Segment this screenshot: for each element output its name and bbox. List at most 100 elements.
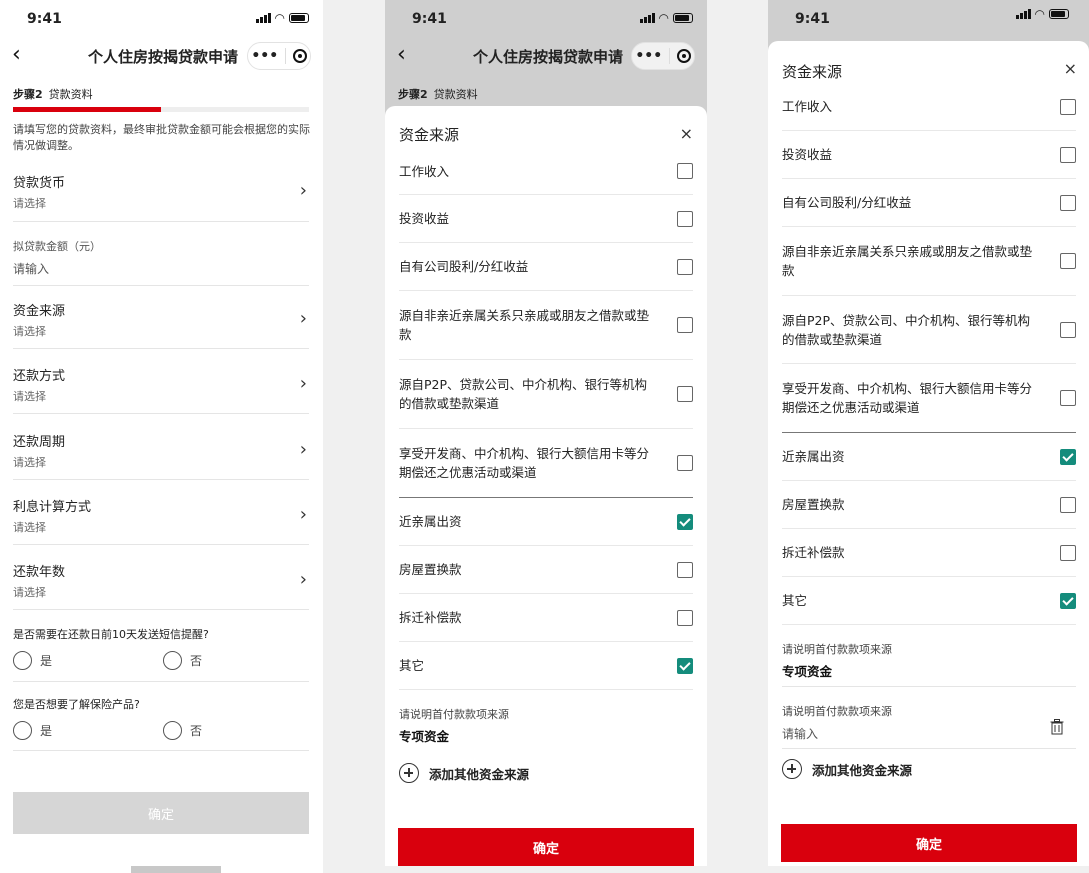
checkbox-checked-icon[interactable] (677, 657, 693, 674)
checkbox-icon[interactable] (677, 561, 693, 578)
mini-program-capsule: ••• (631, 42, 695, 70)
field-repay-period[interactable]: 还款周期 请选择 › (13, 431, 309, 480)
field-interest-method[interactable]: 利息计算方式 请选择 › (13, 496, 309, 545)
option-work-income[interactable]: 工作收入 (399, 148, 693, 195)
field-repay-method[interactable]: 还款方式 请选择 › (13, 365, 309, 414)
nav-bar: ‹ 个人住房按揭贷款申请 ••• (0, 36, 323, 76)
option-other[interactable]: 其它 (399, 642, 693, 690)
checkbox-icon[interactable] (1060, 253, 1076, 269)
insurance-question: 您是否想要了解保险产品? (13, 698, 140, 711)
explain-field-extra[interactable]: 请说明首付款款项来源 请输入 (782, 703, 1076, 749)
sms-yes-radio[interactable]: 是 (13, 651, 52, 670)
option-investment[interactable]: 投资收益 (782, 131, 1076, 179)
confirm-button[interactable]: 确定 (781, 824, 1077, 862)
option-investment[interactable]: 投资收益 (399, 195, 693, 243)
signal-icon (639, 13, 655, 23)
checkbox-icon[interactable] (1060, 194, 1076, 211)
back-icon[interactable]: ‹ (12, 42, 21, 67)
option-dividend[interactable]: 自有公司股利/分红收益 (399, 243, 693, 291)
option-house-swap[interactable]: 房屋置换款 (399, 546, 693, 594)
checkbox-icon[interactable] (1060, 390, 1076, 406)
checkbox-icon[interactable] (1060, 321, 1076, 338)
add-fund-source-button[interactable]: 添加其他资金来源 (399, 763, 529, 783)
option-installment[interactable]: 享受开发商、中介机构、银行大额信用卡等分期偿还之优惠活动或渠道 (782, 364, 1076, 433)
option-label: 自有公司股利/分红收益 (782, 195, 912, 210)
option-friend-loan[interactable]: 源自非亲近亲属关系只亲戚或朋友之借款或垫款 (782, 227, 1076, 296)
option-label: 房屋置换款 (399, 562, 462, 577)
checkbox-icon[interactable] (677, 455, 693, 471)
option-installment[interactable]: 享受开发商、中介机构、银行大额信用卡等分期偿还之优惠活动或渠道 (399, 429, 693, 498)
close-icon[interactable]: × (680, 124, 693, 143)
submit-button[interactable]: 确定 (13, 792, 309, 834)
explain-field[interactable]: 请说明首付款款项来源 专项资金 (399, 706, 693, 745)
checkbox-icon[interactable] (1060, 496, 1076, 513)
checkbox-icon[interactable] (1060, 98, 1076, 115)
field-repay-years[interactable]: 还款年数 请选择 › (13, 561, 309, 610)
more-icon[interactable]: ••• (635, 48, 662, 64)
option-house-swap[interactable]: 房屋置换款 (782, 481, 1076, 529)
step-indicator: 步骤2 贷款资料 (13, 86, 93, 102)
checkbox-icon[interactable] (677, 317, 693, 333)
plus-circle-icon (782, 759, 802, 779)
add-label: 添加其他资金来源 (812, 762, 913, 778)
option-relative[interactable]: 近亲属出资 (399, 498, 693, 546)
option-label: 其它 (782, 593, 808, 608)
more-icon[interactable]: ••• (251, 48, 278, 64)
checkbox-icon[interactable] (677, 210, 693, 227)
checkbox-icon[interactable] (1060, 544, 1076, 561)
option-other[interactable]: 其它 (782, 577, 1076, 625)
checkbox-icon[interactable] (677, 609, 693, 626)
progress-bar (13, 107, 309, 112)
explain-field[interactable]: 请说明首付款款项来源 专项资金 (782, 641, 1076, 687)
close-mini-program-icon[interactable] (292, 49, 307, 63)
option-relative[interactable]: 近亲属出资 (782, 433, 1076, 481)
explain-input[interactable]: 请输入 (782, 725, 1076, 742)
page-title: 个人住房按揭贷款申请 (88, 48, 239, 66)
option-p2p-loan[interactable]: 源自P2P、贷款公司、中介机构、银行等机构的借款或垫款渠道 (399, 360, 693, 429)
checkbox-icon[interactable] (677, 258, 693, 275)
progress-fill (13, 107, 161, 112)
option-label: 享受开发商、中介机构、银行大额信用卡等分期偿还之优惠活动或渠道 (782, 381, 1033, 415)
sms-no-radio[interactable]: 否 (163, 651, 202, 670)
checkbox-checked-icon[interactable] (677, 513, 693, 530)
checkbox-icon[interactable] (677, 386, 693, 402)
chevron-right-icon: › (299, 569, 307, 590)
confirm-button[interactable]: 确定 (398, 828, 694, 866)
radio-label: 否 (190, 654, 203, 668)
insurance-yes-radio[interactable]: 是 (13, 721, 52, 740)
add-fund-source-button[interactable]: 添加其他资金来源 (782, 759, 912, 779)
radio-label: 否 (190, 724, 203, 738)
explain-value[interactable]: 专项资金 (399, 726, 693, 745)
wifi-icon: ◠ (1034, 7, 1045, 21)
home-indicator (131, 866, 221, 873)
option-demolition[interactable]: 拆迁补偿款 (399, 594, 693, 642)
mini-program-capsule: ••• (247, 42, 311, 70)
option-p2p-loan[interactable]: 源自P2P、贷款公司、中介机构、银行等机构的借款或垫款渠道 (782, 296, 1076, 364)
option-demolition[interactable]: 拆迁补偿款 (782, 529, 1076, 577)
option-friend-loan[interactable]: 源自非亲近亲属关系只亲戚或朋友之借款或垫款 (399, 291, 693, 360)
checkbox-icon[interactable] (1060, 146, 1076, 163)
field-value: 请选择 (13, 521, 46, 534)
close-icon[interactable]: × (1064, 59, 1077, 78)
back-icon[interactable]: ‹ (397, 42, 406, 67)
field-input[interactable]: 请输入 (13, 260, 309, 277)
trash-icon[interactable] (1050, 719, 1064, 735)
checkbox-checked-icon[interactable] (1060, 448, 1076, 465)
status-time: 9:41 (795, 11, 830, 27)
field-loan-currency[interactable]: 贷款货币 请选择 › (13, 172, 309, 222)
field-value: 请选择 (13, 456, 46, 469)
option-label: 投资收益 (782, 147, 833, 162)
explain-value[interactable]: 专项资金 (782, 661, 1076, 680)
option-work-income[interactable]: 工作收入 (782, 83, 1076, 131)
chevron-right-icon: › (299, 504, 307, 525)
option-label: 拆迁补偿款 (399, 610, 462, 625)
option-label: 源自非亲近亲属关系只亲戚或朋友之借款或垫款 (399, 308, 650, 342)
field-fund-source[interactable]: 资金来源 请选择 › (13, 300, 309, 349)
field-label: 拟贷款金额（元） (13, 240, 101, 253)
checkbox-checked-icon[interactable] (1060, 592, 1076, 609)
insurance-no-radio[interactable]: 否 (163, 721, 202, 740)
option-dividend[interactable]: 自有公司股利/分红收益 (782, 179, 1076, 227)
close-mini-program-icon[interactable] (676, 49, 691, 63)
field-loan-amount[interactable]: 拟贷款金额（元） 请输入 (13, 238, 309, 286)
checkbox-icon[interactable] (677, 163, 693, 179)
